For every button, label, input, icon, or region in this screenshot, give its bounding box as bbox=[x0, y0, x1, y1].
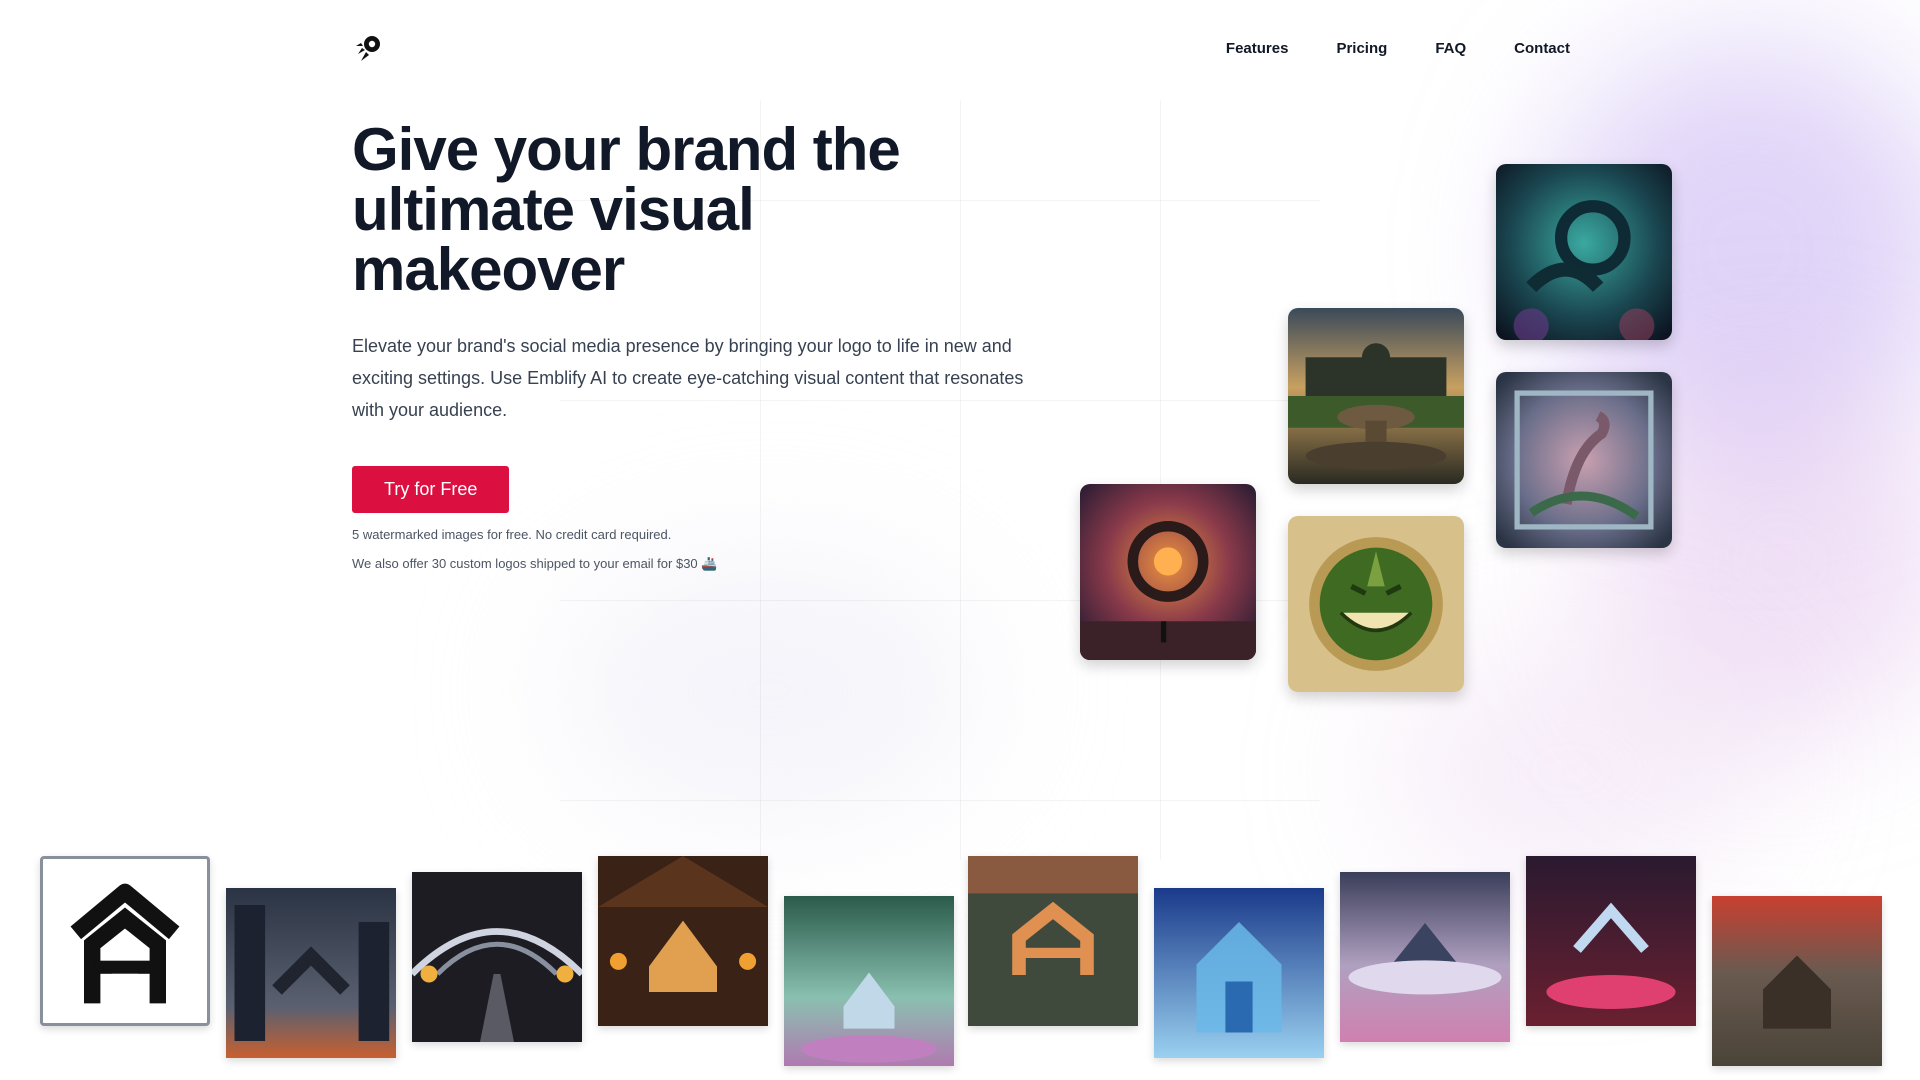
mountain-hut-image[interactable] bbox=[1712, 896, 1882, 1066]
forest-shrine-image[interactable] bbox=[784, 896, 954, 1066]
wooden-cabin-image[interactable] bbox=[598, 856, 768, 1026]
arena-stage-image[interactable] bbox=[1526, 856, 1696, 1026]
palace-fountain-image bbox=[1288, 308, 1464, 484]
house-logo-original[interactable] bbox=[40, 856, 210, 1026]
hero-description: Elevate your brand's social media presen… bbox=[352, 336, 1024, 420]
ice-temple-image[interactable] bbox=[1154, 888, 1324, 1058]
neon-tunnel-image[interactable] bbox=[412, 872, 582, 1042]
nav-pricing[interactable]: Pricing bbox=[1336, 40, 1387, 57]
nav-faq[interactable]: FAQ bbox=[1435, 40, 1466, 57]
aerial-town-image[interactable] bbox=[968, 856, 1138, 1026]
rocket-logo-icon[interactable] bbox=[352, 32, 384, 64]
free-trial-note: 5 watermarked images for free. No credit… bbox=[352, 527, 672, 542]
cyber-city-image[interactable] bbox=[226, 888, 396, 1058]
main-nav: Features Pricing FAQ Contact bbox=[1226, 40, 1570, 57]
misty-kangaroo-image bbox=[1496, 372, 1672, 548]
hero-title: Give your brand the ultimate visual make… bbox=[352, 116, 901, 303]
nav-contact[interactable]: Contact bbox=[1514, 40, 1570, 57]
try-for-free-button[interactable]: Try for Free bbox=[352, 466, 510, 513]
custom-logo-offer-note: We also offer 30 custom logos shipped to… bbox=[352, 556, 718, 571]
hero-section: Give your brand the ultimate visual make… bbox=[352, 120, 1072, 572]
cosmic-bird-image bbox=[1496, 164, 1672, 340]
cloud-peak-image[interactable] bbox=[1340, 872, 1510, 1042]
site-header: Features Pricing FAQ Contact bbox=[352, 28, 1570, 68]
glowing-portal-image bbox=[1080, 484, 1256, 660]
green-smile-medallion-image bbox=[1288, 516, 1464, 692]
nav-features[interactable]: Features bbox=[1226, 40, 1289, 57]
